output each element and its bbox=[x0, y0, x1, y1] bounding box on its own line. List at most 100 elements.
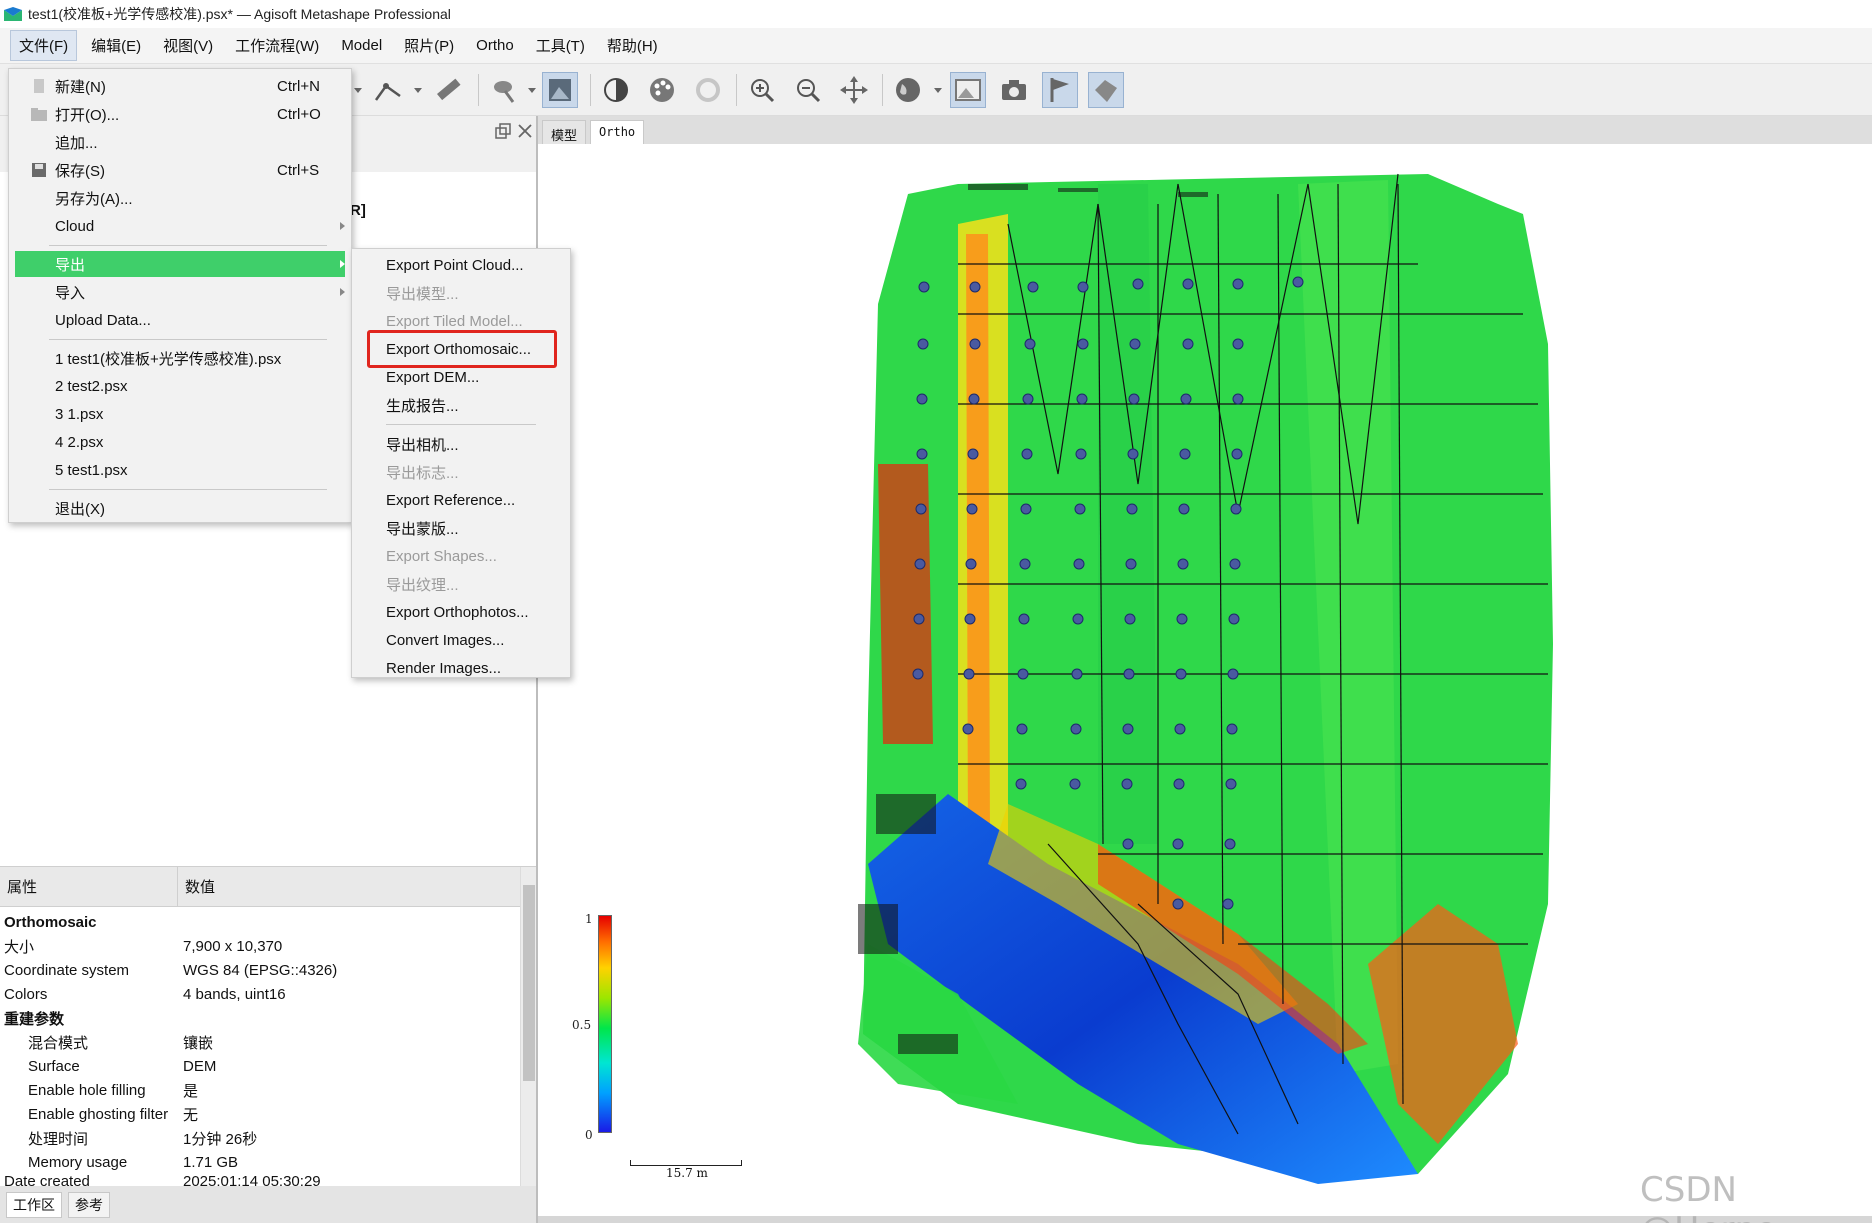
scale-label: 15.7 m bbox=[666, 1166, 708, 1180]
polyline-icon bbox=[374, 83, 401, 101]
menu-ortho[interactable]: Ortho bbox=[468, 33, 522, 58]
tab-ortho[interactable]: Ortho bbox=[590, 120, 645, 144]
tab-workspace[interactable]: 工作区 bbox=[6, 1191, 62, 1218]
menu-item-export-cameras[interactable]: 导出相机... bbox=[352, 431, 570, 457]
table-row: Coordinate system WGS 84 (EPSG::4326) bbox=[4, 961, 338, 979]
table-row: Orthomosaic bbox=[4, 913, 97, 931]
zoom-in-icon bbox=[751, 79, 775, 103]
legend-min-label: 0 bbox=[585, 1128, 593, 1142]
menu-item-upload-data[interactable]: Upload Data... bbox=[15, 307, 345, 333]
menu-workflow[interactable]: 工作流程(W) bbox=[227, 31, 327, 60]
tab-model[interactable]: 模型 bbox=[542, 120, 587, 144]
dropdown-arrow-icon[interactable] bbox=[414, 88, 422, 93]
watermark: CSDN @Herpo bbox=[1640, 1170, 1777, 1223]
column-header-property[interactable]: 属性 bbox=[0, 866, 178, 907]
show-images-button[interactable] bbox=[950, 72, 986, 108]
camera-icon bbox=[1002, 80, 1026, 100]
folder-icon bbox=[31, 108, 47, 121]
submenu-arrow-icon bbox=[340, 260, 345, 268]
new-file-icon bbox=[34, 79, 44, 93]
scrollbar-thumb[interactable] bbox=[523, 885, 535, 1081]
menu-item-recent-1[interactable]: 1 test1(校准板+光学传感校准).psx bbox=[15, 345, 345, 371]
tab-reference[interactable]: 参考 bbox=[68, 1191, 110, 1218]
float-panel-icon[interactable] bbox=[494, 122, 512, 140]
save-icon bbox=[32, 163, 46, 177]
orthomosaic-view-button[interactable] bbox=[542, 72, 578, 108]
zoom-out-button[interactable] bbox=[790, 72, 826, 108]
legend-max-label: 1 bbox=[585, 912, 593, 926]
reset-view-button[interactable] bbox=[836, 72, 872, 108]
menu-item-export-reference[interactable]: Export Reference... bbox=[352, 487, 570, 513]
table-row: Date created 2025:01:14 05:30:29 bbox=[4, 1173, 321, 1187]
palette-icon bbox=[650, 78, 674, 102]
menu-item-export-masks[interactable]: 导出蒙版... bbox=[352, 515, 570, 541]
menu-item-open[interactable]: 打开(O)... Ctrl+O bbox=[15, 101, 345, 127]
menu-item-new[interactable]: 新建(N) Ctrl+N bbox=[15, 73, 345, 99]
menu-view[interactable]: 视图(V) bbox=[155, 31, 221, 60]
menu-item-generate-report[interactable]: 生成报告... bbox=[352, 392, 570, 418]
menu-item-save[interactable]: 保存(S) Ctrl+S bbox=[15, 157, 345, 183]
images-icon bbox=[955, 79, 981, 101]
basemap-button[interactable] bbox=[890, 72, 926, 108]
menu-bar: 文件(F) 编辑(E) 视图(V) 工作流程(W) Model 照片(P) Or… bbox=[0, 28, 1872, 64]
palette-button[interactable] bbox=[644, 72, 680, 108]
menu-item-export-orthophotos[interactable]: Export Orthophotos... bbox=[352, 599, 570, 625]
show-cameras-button[interactable] bbox=[996, 72, 1032, 108]
table-row: Memory usage 1.71 GB bbox=[28, 1153, 239, 1171]
dropdown-arrow-icon[interactable] bbox=[354, 88, 362, 93]
table-row: Enable ghosting filter 无 bbox=[28, 1105, 199, 1124]
export-submenu: Export Point Cloud... 导出模型... Export Til… bbox=[351, 248, 571, 678]
close-icon[interactable] bbox=[516, 122, 534, 140]
menu-item-export[interactable]: 导出 bbox=[15, 251, 345, 277]
menu-photo[interactable]: 照片(P) bbox=[396, 31, 462, 60]
zoom-out-icon bbox=[797, 79, 821, 103]
menu-item-convert-images[interactable]: Convert Images... bbox=[352, 627, 570, 653]
panel-tabs: 工作区 参考 bbox=[0, 1186, 536, 1223]
menu-model[interactable]: Model bbox=[333, 33, 390, 58]
metashape-logo-icon bbox=[4, 7, 22, 21]
polyline-tool-button[interactable] bbox=[370, 72, 406, 108]
menu-item-save-as[interactable]: 另存为(A)... bbox=[15, 185, 345, 211]
menu-item-recent-4[interactable]: 4 2.psx bbox=[15, 429, 345, 455]
refresh-button[interactable] bbox=[690, 72, 726, 108]
menu-item-export-texture: 导出纹理... bbox=[386, 576, 459, 594]
menu-edit[interactable]: 编辑(E) bbox=[83, 31, 149, 60]
ruler-tool-button[interactable] bbox=[430, 72, 466, 108]
brightness-button[interactable] bbox=[598, 72, 634, 108]
zoom-in-button[interactable] bbox=[744, 72, 780, 108]
orthomosaic-image[interactable] bbox=[538, 144, 1872, 1216]
menu-item-export-point-cloud[interactable]: Export Point Cloud... bbox=[352, 252, 570, 278]
menu-item-import[interactable]: 导入 bbox=[15, 279, 345, 305]
ruler-icon bbox=[437, 78, 461, 101]
legend-mid-label: 0.5 bbox=[572, 1018, 592, 1032]
file-menu: 新建(N) Ctrl+N 打开(O)... Ctrl+O 追加... 保存(S)… bbox=[8, 68, 352, 523]
table-row: Surface DEM bbox=[28, 1057, 217, 1075]
column-header-value[interactable]: 数值 bbox=[178, 867, 215, 907]
shape-tool-button[interactable] bbox=[486, 72, 522, 108]
submenu-arrow-icon bbox=[340, 288, 345, 296]
menu-item-cloud[interactable]: Cloud bbox=[15, 213, 345, 239]
title-bar: test1(校准板+光学传感校准).psx* — Agisoft Metasha… bbox=[0, 0, 1872, 28]
menu-file[interactable]: 文件(F) bbox=[10, 30, 78, 61]
menu-item-exit[interactable]: 退出(X) bbox=[15, 495, 345, 521]
ortho-viewport[interactable] bbox=[538, 144, 1872, 1216]
dropdown-arrow-icon[interactable] bbox=[528, 88, 536, 93]
menu-item-recent-5[interactable]: 5 test1.psx bbox=[15, 457, 345, 483]
menu-item-recent-2[interactable]: 2 test2.psx bbox=[15, 373, 345, 399]
menu-item-append[interactable]: 追加... bbox=[15, 129, 345, 155]
properties-scrollbar[interactable] bbox=[520, 867, 536, 1187]
table-row: 混合模式 镶嵌 bbox=[28, 1034, 214, 1052]
menu-help[interactable]: 帮助(H) bbox=[599, 31, 666, 60]
show-shapes-button[interactable] bbox=[1088, 72, 1124, 108]
dropdown-arrow-icon[interactable] bbox=[934, 88, 942, 93]
workspace-tree-text: R] bbox=[350, 202, 366, 219]
table-row: Colors 4 bands, uint16 bbox=[4, 985, 286, 1003]
table-row: 大小 7,900 x 10,370 bbox=[4, 937, 283, 956]
annotation-highlight-box bbox=[367, 330, 557, 368]
menu-item-recent-3[interactable]: 3 1.psx bbox=[15, 401, 345, 427]
move-arrows-icon bbox=[840, 76, 868, 104]
table-row: 处理时间 1分钟 26秒 bbox=[28, 1130, 258, 1148]
menu-tools[interactable]: 工具(T) bbox=[528, 31, 593, 60]
menu-item-render-images[interactable]: Render Images... bbox=[352, 655, 570, 681]
show-markers-button[interactable] bbox=[1042, 72, 1078, 108]
